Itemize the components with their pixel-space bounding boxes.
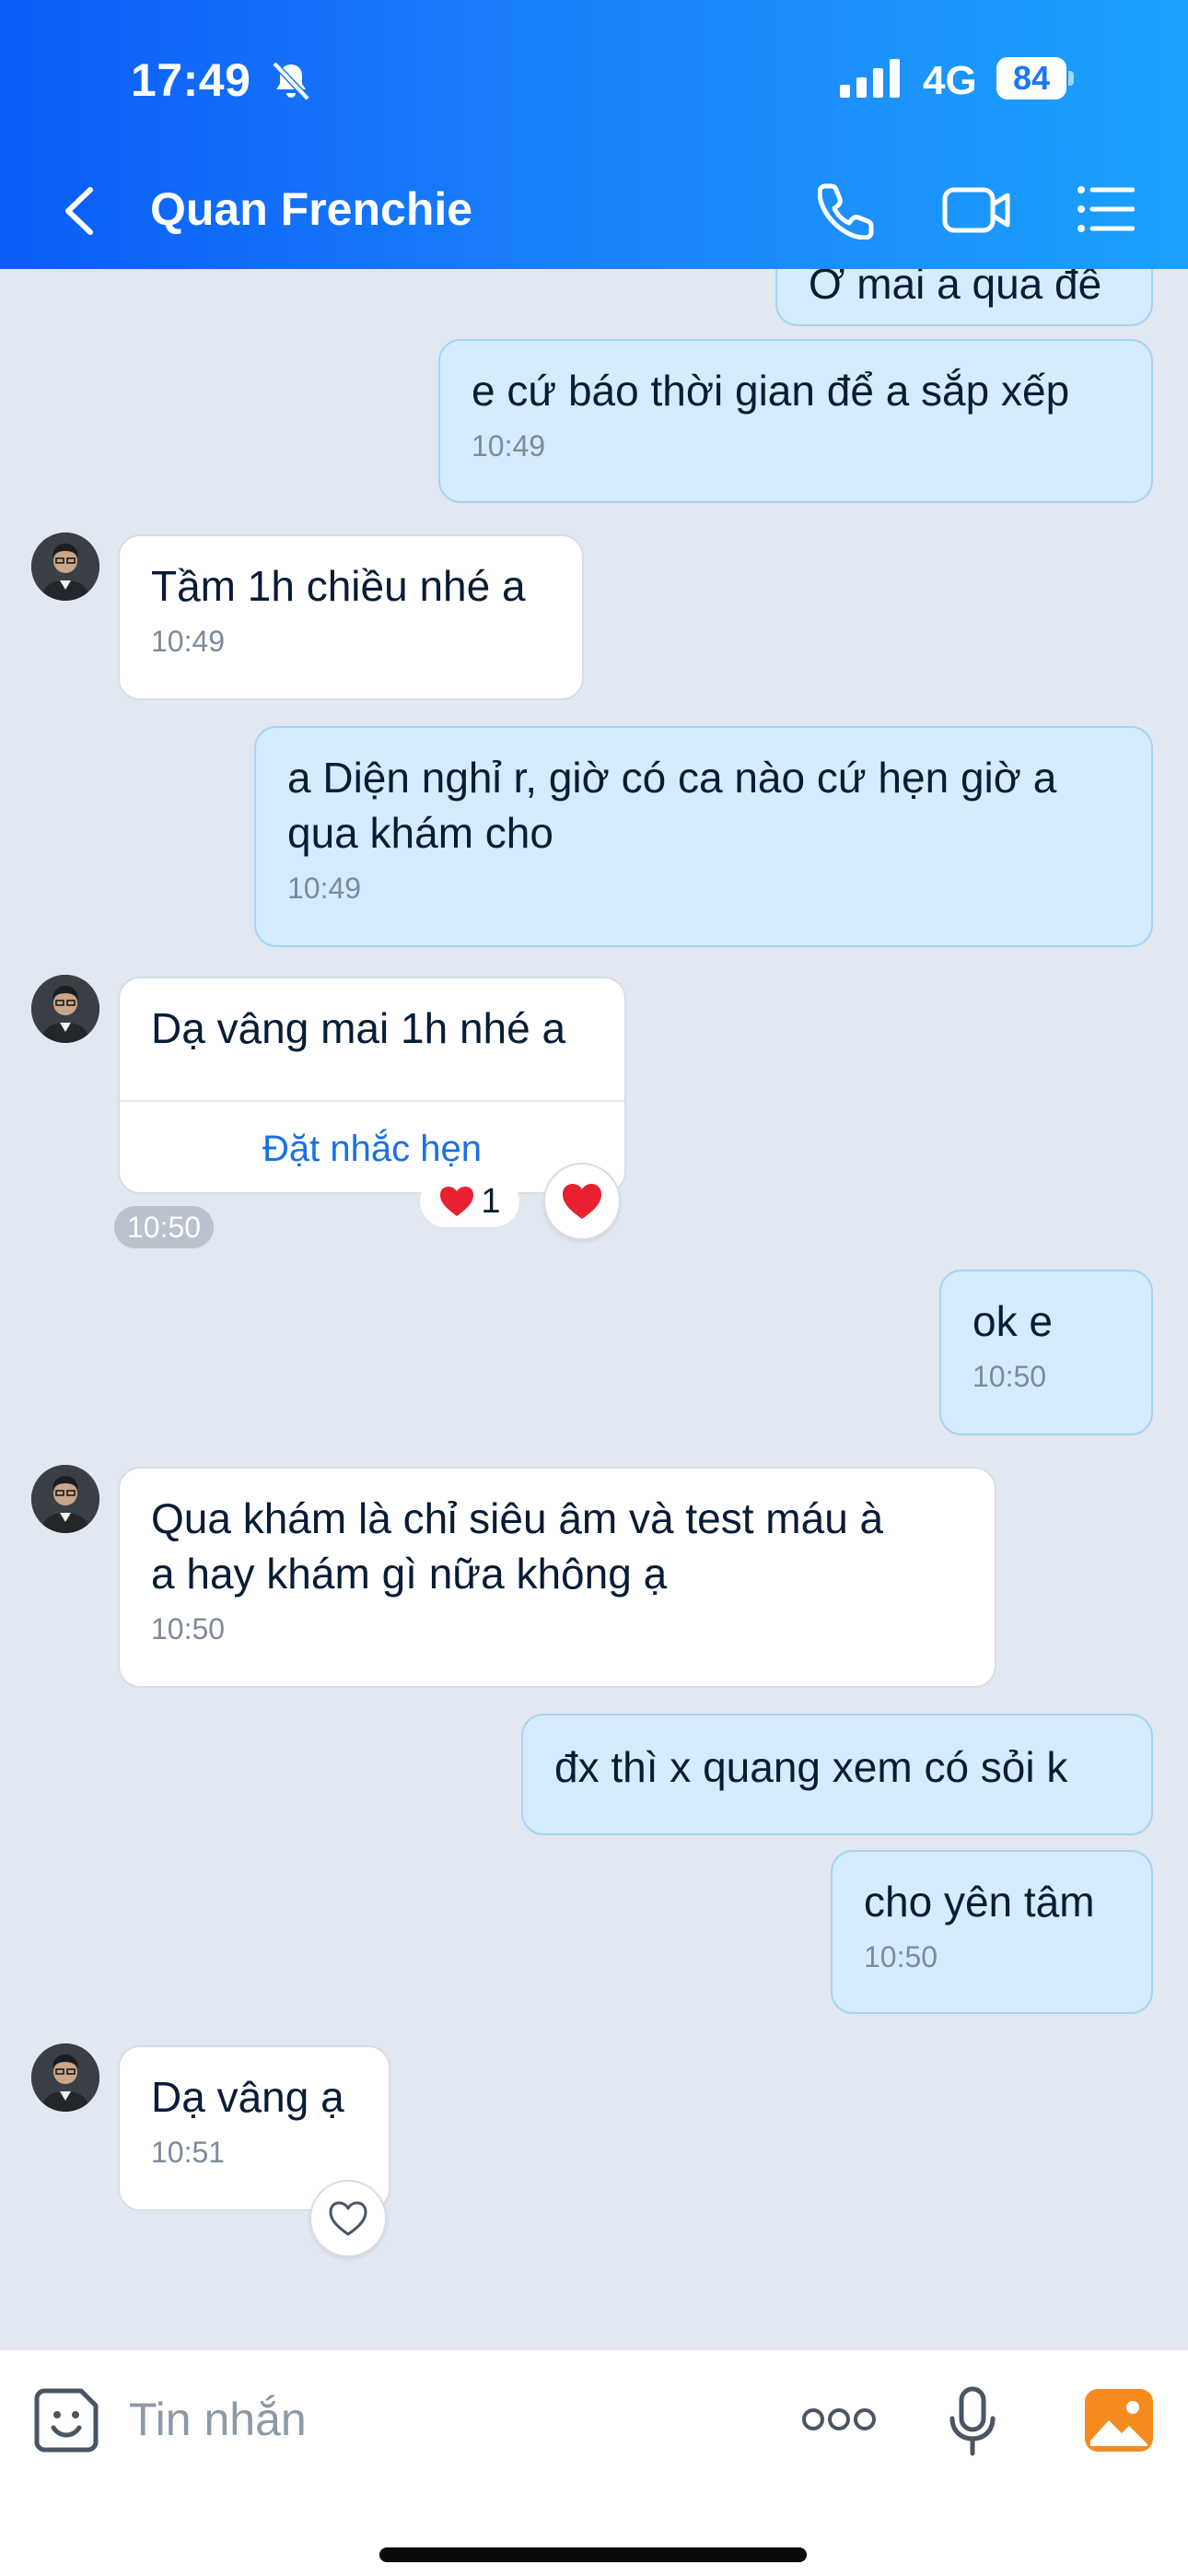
message-bubble-received[interactable]: Qua khám là chỉ siêu âm và test máu à a … bbox=[118, 1467, 996, 1688]
message-text: e cứ báo thời gian để a sắp xếp bbox=[472, 367, 1070, 415]
sticker-icon[interactable] bbox=[33, 2387, 99, 2453]
message-text: Tầm 1h chiều nhé a bbox=[151, 562, 526, 610]
avatar-portrait bbox=[31, 1465, 99, 1533]
image-icon[interactable] bbox=[1085, 2389, 1153, 2452]
reaction-count: 1 bbox=[481, 1181, 501, 1221]
react-button[interactable] bbox=[309, 2180, 387, 2257]
avatar[interactable] bbox=[31, 533, 99, 601]
reaction-summary[interactable]: 1 bbox=[420, 1176, 519, 1227]
message-time: 10:49 bbox=[151, 625, 226, 658]
bell-muted-icon bbox=[272, 61, 310, 101]
message-bubble-sent[interactable]: ok e 10:50 bbox=[939, 1270, 1153, 1435]
message-text: cho yên tâm bbox=[864, 1878, 1095, 1926]
message-text: Qua khám là chỉ siêu âm và test máu à a … bbox=[151, 1494, 884, 1598]
message-bubble-sent[interactable]: đx thì x quang xem có sỏi k bbox=[521, 1714, 1153, 1835]
message-text: a Diện nghỉ r, giờ có ca nào cứ hẹn giờ … bbox=[287, 754, 1057, 857]
back-arrow-icon[interactable] bbox=[55, 179, 107, 243]
heart-outline-icon bbox=[329, 2201, 367, 2236]
message-time: 10:50 bbox=[114, 1206, 215, 1248]
message-time: 10:50 bbox=[151, 1612, 226, 1645]
avatar-portrait bbox=[31, 533, 99, 601]
message-time: 10:49 bbox=[287, 872, 362, 905]
heart-icon bbox=[440, 1187, 474, 1216]
message-time: 10:51 bbox=[151, 2136, 226, 2169]
chat-header: 17:49 4G 84 Quan Frenchie bbox=[0, 0, 1188, 269]
home-indicator bbox=[379, 2547, 807, 2562]
message-text: đx thì x quang xem có sỏi k bbox=[554, 1743, 1068, 1791]
signal-icon bbox=[840, 59, 900, 98]
list-menu-icon[interactable] bbox=[1076, 182, 1135, 236]
avatar-portrait bbox=[31, 2043, 99, 2112]
battery-cap bbox=[1068, 71, 1074, 86]
message-time: 10:49 bbox=[472, 429, 546, 463]
message-text: Dạ vâng ạ bbox=[151, 2073, 344, 2121]
battery-level: 84 bbox=[996, 57, 1066, 100]
message-bubble-sent[interactable]: Ơ mai a qua đê bbox=[775, 269, 1153, 326]
message-text: Dạ vâng mai 1h nhé a bbox=[151, 1004, 566, 1052]
network-label: 4G bbox=[923, 58, 977, 103]
message-text: ok e bbox=[973, 1297, 1053, 1345]
message-time: 10:50 bbox=[973, 1360, 1047, 1393]
message-time: 10:50 bbox=[864, 1940, 938, 1973]
message-bubble-received[interactable]: Tầm 1h chiều nhé a 10:49 bbox=[118, 534, 584, 700]
message-input[interactable] bbox=[129, 2378, 774, 2461]
heart-icon bbox=[563, 1184, 601, 1219]
more-icon[interactable] bbox=[801, 2406, 877, 2433]
contact-name[interactable]: Quan Frenchie bbox=[150, 182, 472, 236]
video-camera-icon[interactable] bbox=[941, 182, 1013, 238]
avatar[interactable] bbox=[31, 975, 99, 1043]
message-bubble-received[interactable]: Dạ vâng mai 1h nhé a Đặt nhắc hẹn bbox=[118, 977, 626, 1194]
message-text: Ơ mai a qua đê bbox=[809, 269, 1102, 308]
message-bubble-sent[interactable]: cho yên tâm 10:50 bbox=[831, 1850, 1153, 2014]
battery-icon: 84 bbox=[996, 57, 1074, 100]
message-list[interactable]: Ơ mai a qua đê e cứ báo thời gian để a s… bbox=[0, 269, 1188, 2349]
avatar[interactable] bbox=[31, 2043, 99, 2112]
message-bubble-sent[interactable]: e cứ báo thời gian để a sắp xếp 10:49 bbox=[438, 339, 1153, 503]
input-bar bbox=[0, 2349, 1188, 2576]
avatar-portrait bbox=[31, 975, 99, 1043]
avatar[interactable] bbox=[31, 1465, 99, 1533]
status-time: 17:49 bbox=[131, 54, 251, 106]
react-button[interactable] bbox=[543, 1163, 621, 1240]
phone-icon[interactable] bbox=[818, 181, 877, 240]
message-bubble-sent[interactable]: a Diện nghỉ r, giờ có ca nào cứ hẹn giờ … bbox=[254, 726, 1153, 947]
microphone-icon[interactable] bbox=[949, 2385, 996, 2459]
